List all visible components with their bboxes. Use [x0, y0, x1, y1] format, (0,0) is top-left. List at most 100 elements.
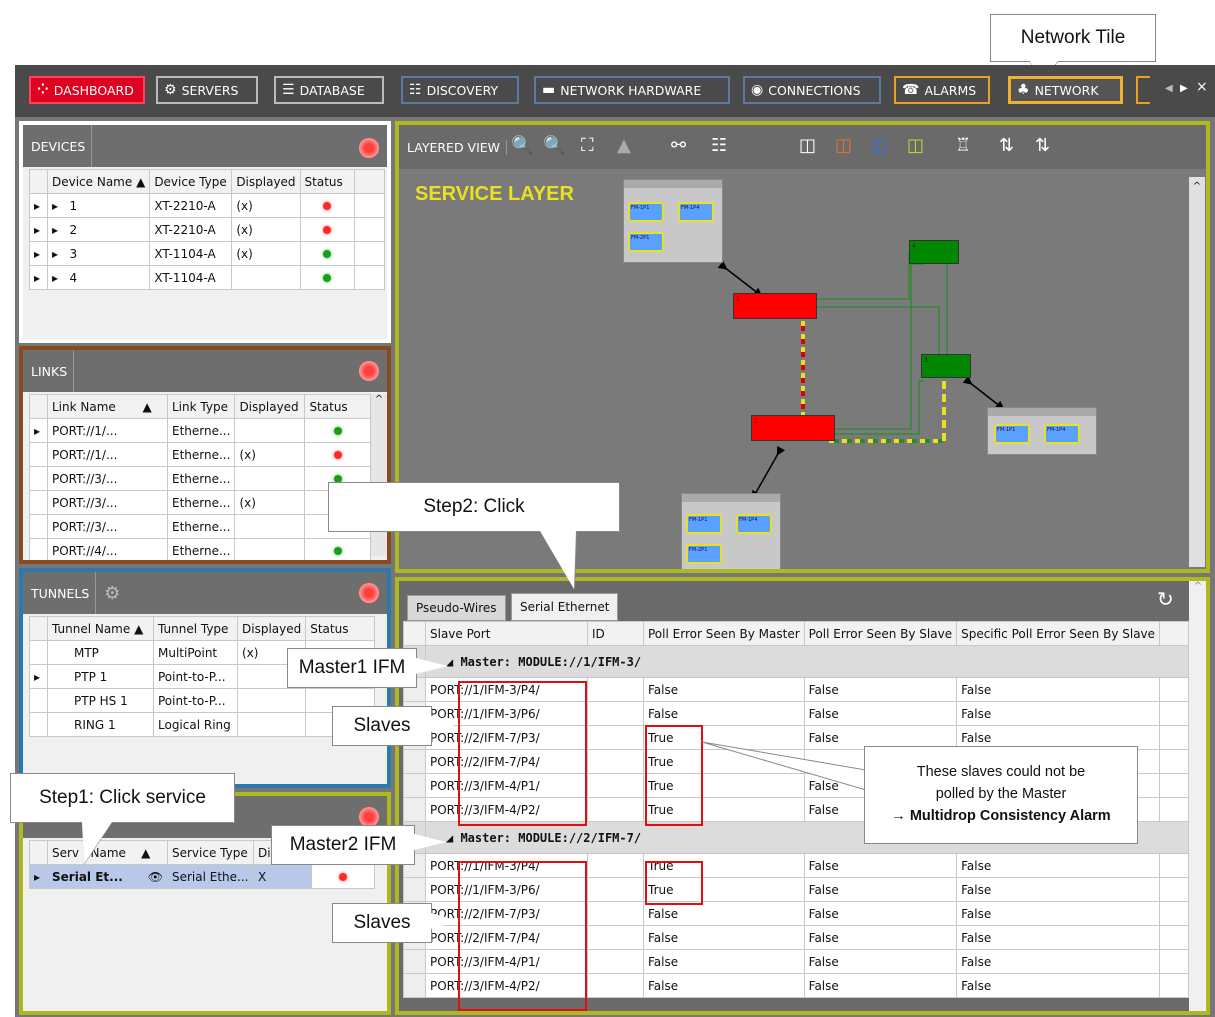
network-layer-icon[interactable]: ♖ — [955, 135, 971, 156]
row-expander-icon[interactable]: ▸ — [29, 193, 48, 218]
devices-col-type[interactable]: Device Type — [149, 169, 233, 194]
scroll-left-icon[interactable]: ◀ — [1165, 83, 1173, 94]
links-col-type[interactable]: Link Type — [166, 394, 236, 419]
devices-panel: DEVICES Device Name ▲ Device Type Displa… — [19, 121, 391, 343]
tab-pseudo-wires[interactable]: Pseudo-Wires — [407, 595, 506, 621]
table-row[interactable]: PORT://4/... Etherne... — [29, 538, 371, 560]
devices-col-status[interactable]: Status — [299, 169, 355, 194]
nav-tab-servers[interactable]: ⚙ SERVERS — [156, 76, 258, 104]
device-node-3[interactable]: 3 — [921, 354, 971, 378]
nav-tab-network-hardware[interactable]: ▬ NETWORK HARDWARE — [534, 76, 730, 104]
table-row[interactable]: ▸ ▸ 3 XT-1104-A (x) — [29, 241, 386, 266]
device-node-4[interactable]: 4 — [909, 240, 959, 264]
col-id[interactable]: ID — [587, 621, 644, 646]
layered-view-scrollbar[interactable]: ^ — [1189, 177, 1205, 567]
zoom-out-icon[interactable]: 🔍 — [543, 135, 565, 156]
nav-tab-servers-label: SERVERS — [181, 82, 239, 98]
layer-3-icon[interactable]: ◫ — [871, 135, 888, 156]
table-row[interactable]: ▸ ▸ 1 XT-2210-A (x) — [29, 193, 386, 218]
note-line-3: → Multidrop Consistency Alarm — [891, 807, 1111, 824]
table-row[interactable]: PTP HS 1 Point-to-P... — [29, 688, 375, 713]
device-node-2[interactable]: 2 — [751, 415, 835, 441]
layout-icon[interactable]: ⚯ — [671, 135, 686, 156]
tunnels-settings-gear-icon[interactable]: ⚙ — [104, 583, 120, 604]
devices-alarm-icon[interactable] — [359, 138, 379, 158]
ifm-module-right[interactable]: FM-1P1 FM-1P4 — [987, 407, 1097, 455]
table-row[interactable]: PORT://3/... Etherne... (x) — [29, 490, 371, 515]
ifm-port: FM-1P1 — [994, 424, 1030, 444]
tunnels-col-name[interactable]: Tunnel Name ▲ — [47, 616, 154, 641]
nav-tab-discovery[interactable]: ☷ DISCOVERY — [401, 76, 519, 104]
image-icon[interactable]: ▲ — [617, 135, 631, 156]
links-panel-title[interactable]: LINKS — [31, 350, 75, 392]
zoom-in-icon[interactable]: 🔍 — [511, 135, 533, 156]
ifm-module-top[interactable]: FM-1P1 FM-1P4 FM-2P1 — [623, 179, 723, 263]
device-node-1[interactable]: 1 — [733, 293, 817, 319]
tunnels-col-type[interactable]: Tunnel Type — [153, 616, 238, 641]
eye-icon[interactable]: 👁 — [148, 870, 163, 884]
slaves2-callout: Slaves — [332, 903, 432, 943]
ifm-module-bottom[interactable]: FM-1P1 FM-1P4 FM-2P1 — [681, 493, 781, 569]
nav-tab-dashboard[interactable]: ⁘ DASHBOARD — [29, 76, 145, 104]
table-row-selected[interactable]: ▸ Serial Et... 👁 Serial Ethe... X — [29, 864, 375, 889]
table-row[interactable]: PORT://3/... Etherne... — [29, 466, 371, 491]
col-poll-error-slave[interactable]: Poll Error Seen By Slave — [803, 621, 958, 646]
layer-1-icon[interactable]: ◫ — [799, 135, 816, 156]
links-col-status[interactable]: Status — [304, 394, 371, 419]
refresh-icon[interactable]: ↻ — [1157, 587, 1174, 611]
table-row[interactable]: ▸ ▸ 2 XT-2210-A (x) — [29, 217, 386, 242]
slaves1-callout: Slaves — [332, 706, 432, 746]
add-layer-icon[interactable]: ☷ — [711, 135, 727, 156]
col-poll-error-master[interactable]: Poll Error Seen By Master — [643, 621, 805, 646]
devices-panel-title[interactable]: DEVICES — [31, 125, 93, 167]
table-row[interactable]: RING 1 Logical Ring — [29, 712, 375, 737]
devices-col-name[interactable]: Device Name ▲ — [46, 169, 151, 194]
services-alarm-icon[interactable] — [359, 807, 379, 827]
status-green-icon — [333, 426, 342, 435]
nav-tab-connections[interactable]: ◉ CONNECTIONS — [743, 76, 881, 104]
nav-tab-network[interactable]: ♣ NETWORK — [1008, 76, 1123, 104]
note-callout-pointer — [701, 741, 867, 791]
scroll-right-icon[interactable]: ▶ — [1180, 83, 1188, 94]
step1-callout-pointer — [82, 822, 112, 864]
layer-4-icon[interactable]: ◫ — [907, 135, 924, 156]
col-slave-port[interactable]: Slave Port — [425, 621, 588, 646]
layer-2-icon[interactable]: ◫ — [835, 135, 852, 156]
network-icon: ♣ — [1017, 82, 1030, 98]
bottom-scrollbar[interactable]: ^ — [1189, 581, 1206, 1011]
services-col-type[interactable]: Service Type — [167, 840, 254, 865]
row-expander-icon[interactable]: ▸ — [29, 241, 48, 266]
note-line-2: polled by the Master — [935, 786, 1067, 803]
table-row[interactable]: PORT://3/... Etherne... — [29, 514, 371, 539]
row-expander-icon[interactable]: ▸ — [29, 217, 48, 242]
tunnels-alarm-icon[interactable] — [359, 583, 379, 603]
highlight-slaves-group1 — [458, 681, 587, 826]
port-sort-p-icon[interactable]: ⇅ — [999, 135, 1014, 156]
table-row[interactable]: PORT://1/... Etherne... (x) — [29, 442, 371, 467]
ifm-port: FM-1P1 — [628, 202, 664, 222]
database-icon: ☰ — [282, 82, 295, 98]
tunnels-panel-title[interactable]: TUNNELS — [31, 572, 97, 614]
links-col-name[interactable]: Link Name ▲ — [47, 394, 168, 419]
devices-col-displayed[interactable]: Displayed — [231, 169, 301, 194]
step2-callout: Step2: Click — [328, 482, 620, 532]
table-row[interactable]: ▸ PORT://1/... Etherne... — [29, 418, 371, 443]
group-header-master1[interactable]: ◢ Master: MODULE://1/IFM-3/ — [403, 645, 1189, 678]
tab-serial-ethernet[interactable]: Serial Ethernet — [511, 593, 619, 621]
layered-view-title[interactable]: LAYERED VIEW — [407, 139, 508, 155]
links-col-displayed[interactable]: Displayed — [234, 394, 306, 419]
col-specific-poll-error[interactable]: Specific Poll Error Seen By Slave — [956, 621, 1161, 646]
nav-tab-overflow[interactable] — [1136, 76, 1150, 104]
fit-view-icon[interactable]: ⛶ — [581, 135, 594, 156]
close-icon[interactable]: × — [1196, 79, 1208, 95]
nav-tab-alarms[interactable]: ☎ ALARMS — [894, 76, 990, 104]
note-callout: These slaves could not be polled by the … — [864, 746, 1138, 844]
row-expander-icon[interactable]: ▸ — [29, 265, 48, 290]
table-row[interactable]: ▸ ▸ 4 XT-1104-A — [29, 265, 386, 290]
tunnels-col-status[interactable]: Status — [305, 616, 375, 641]
tunnels-col-displayed[interactable]: Displayed — [236, 616, 307, 641]
status-red-icon — [333, 450, 342, 459]
port-sort-n-icon[interactable]: ⇅ — [1035, 135, 1050, 156]
links-alarm-icon[interactable] — [359, 361, 379, 381]
nav-tab-database[interactable]: ☰ DATABASE — [274, 76, 384, 104]
